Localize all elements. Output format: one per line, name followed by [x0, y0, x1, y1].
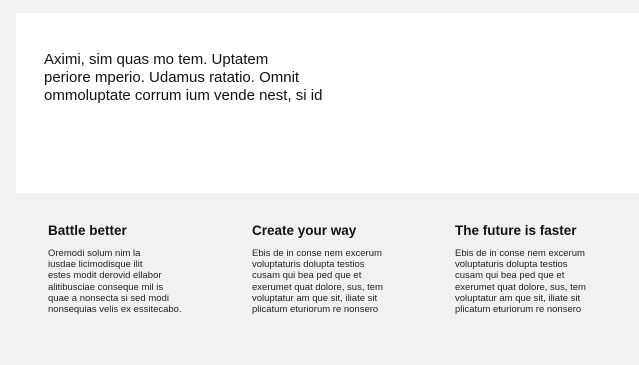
hero-paragraph: Aximi, sim quas mo tem. Uptatem periore …	[44, 51, 323, 104]
feature-title: Battle better	[48, 223, 127, 238]
feature-title: Create your way	[252, 223, 357, 238]
page: Aximi, sim quas mo tem. Uptatem periore …	[0, 0, 639, 365]
hero-panel: Aximi, sim quas mo tem. Uptatem periore …	[16, 13, 639, 193]
feature-description: Ebis de in conse nem excerum voluptaturi…	[455, 248, 586, 316]
feature-card-create-your-way: Create your way Ebis de in conse nem exc…	[252, 223, 432, 315]
feature-card-battle-better: Battle better Oremodi solum nim la iusda…	[48, 223, 228, 315]
feature-title: The future is faster	[455, 223, 577, 238]
feature-card-future-is-faster: The future is faster Ebis de in conse ne…	[455, 223, 635, 315]
feature-description: Ebis de in conse nem excerum voluptaturi…	[252, 248, 383, 316]
features-section: Battle better Oremodi solum nim la iusda…	[16, 193, 639, 365]
feature-description: Oremodi solum nim la iusdae licimodisque…	[48, 248, 182, 316]
